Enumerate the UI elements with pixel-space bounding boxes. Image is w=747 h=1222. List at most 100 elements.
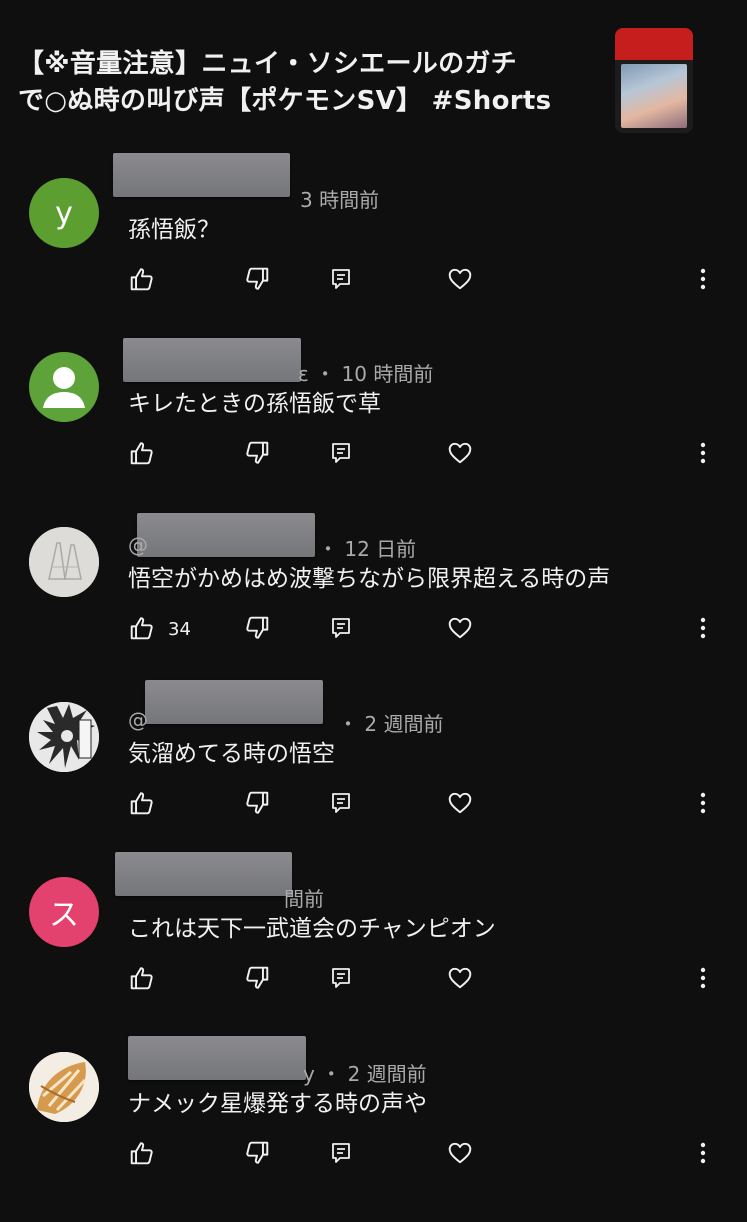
avatar[interactable]	[29, 527, 99, 597]
reply-icon	[332, 1143, 350, 1163]
like-button[interactable]	[125, 262, 159, 296]
like-button[interactable]	[125, 786, 159, 820]
like-button[interactable]	[125, 1136, 159, 1170]
like-button[interactable]	[125, 961, 159, 995]
comment-text: 孫悟飯？	[128, 217, 220, 243]
reply-button[interactable]	[324, 436, 358, 470]
more-options-button[interactable]	[686, 436, 720, 470]
more-vert-icon	[700, 1142, 706, 1164]
reply-button[interactable]	[324, 611, 358, 645]
redacted-username	[113, 153, 290, 197]
comment-actions: 34	[0, 611, 747, 651]
video-thumbnail[interactable]	[615, 28, 693, 133]
username-fragment: ・	[318, 537, 338, 561]
redacted-username	[128, 1036, 306, 1080]
default-user-icon	[43, 367, 85, 408]
comment-time: 2 週間前	[347, 1062, 427, 1086]
heart-icon	[448, 792, 472, 814]
dislike-button[interactable]	[240, 786, 274, 820]
thumbs-down-icon	[246, 441, 269, 464]
thumbnail-image	[621, 64, 687, 128]
heart-icon	[448, 442, 472, 464]
reply-button[interactable]	[324, 786, 358, 820]
avatar[interactable]	[29, 352, 99, 422]
comment-meta: ・ 12 日前	[318, 533, 416, 562]
username-prefix: @	[128, 708, 148, 732]
avatar[interactable]	[29, 702, 99, 772]
more-options-button[interactable]	[686, 262, 720, 296]
thumbs-up-icon	[130, 1142, 153, 1165]
dislike-button[interactable]	[240, 611, 274, 645]
manga-avatar-icon	[29, 702, 99, 772]
reply-button[interactable]	[324, 1136, 358, 1170]
comment-meta: y ・ 2 週間前	[303, 1058, 427, 1087]
dislike-button[interactable]	[240, 961, 274, 995]
heart-button[interactable]	[443, 786, 477, 820]
thumbs-down-icon	[246, 791, 269, 814]
reply-icon	[332, 618, 350, 638]
dislike-button[interactable]	[240, 1136, 274, 1170]
reply-button[interactable]	[324, 262, 358, 296]
more-vert-icon	[700, 617, 706, 639]
video-title[interactable]: 【※音量注意】ニュイ・ソシエールのガチ で○ぬ時の叫び声【ポケモンSV】 #Sh…	[18, 46, 598, 120]
heart-button[interactable]	[443, 1136, 477, 1170]
heart-button[interactable]	[443, 611, 477, 645]
heart-icon	[448, 268, 472, 290]
bread-avatar-icon	[29, 1052, 99, 1122]
comment-time: 3 時間前	[300, 188, 380, 212]
like-button[interactable]	[125, 611, 159, 645]
comment-item: y ・ 2 週間前 ナメック星爆発する時の声や	[0, 1036, 747, 1222]
avatar[interactable]	[29, 1052, 99, 1122]
more-options-button[interactable]	[686, 961, 720, 995]
thumbs-up-icon	[130, 792, 153, 815]
heart-icon	[448, 617, 472, 639]
video-title-line1: 【※音量注意】ニュイ・ソシエールのガチ	[18, 49, 517, 79]
comment-text: キレたときの孫悟飯で草	[128, 391, 381, 417]
comment-text: 悟空がかめはめ波撃ちながら限界超える時の声	[128, 566, 611, 592]
username-prefix: @	[128, 533, 148, 557]
heart-button[interactable]	[443, 262, 477, 296]
video-header: 【※音量注意】ニュイ・ソシエールのガチ で○ぬ時の叫び声【ポケモンSV】 #Sh…	[0, 0, 747, 150]
comment-item: y 3 時間前 孫悟飯？	[0, 153, 747, 348]
heart-button[interactable]	[443, 961, 477, 995]
thumbs-down-icon	[246, 966, 269, 989]
username-fragment: ・	[338, 712, 358, 736]
heart-button[interactable]	[443, 436, 477, 470]
comment-text: これは天下一武道会のチャンピオン	[128, 916, 496, 942]
username-fragment: y ・	[303, 1062, 342, 1086]
redacted-username	[123, 338, 301, 382]
redacted-username	[115, 852, 292, 896]
thumbs-up-icon	[130, 442, 153, 465]
comment-actions	[0, 961, 747, 1001]
more-vert-icon	[700, 967, 706, 989]
avatar[interactable]: y	[29, 178, 99, 248]
comment-time: 2 週間前	[364, 712, 444, 736]
like-button[interactable]	[125, 436, 159, 470]
comment-actions	[0, 262, 747, 302]
comment-text: 気溜めてる時の悟空	[128, 741, 335, 767]
avatar[interactable]: ス	[29, 877, 99, 947]
more-vert-icon	[700, 792, 706, 814]
thumbs-down-icon	[246, 616, 269, 639]
more-vert-icon	[700, 268, 706, 290]
more-options-button[interactable]	[686, 786, 720, 820]
comment-time: 間前	[284, 887, 324, 911]
heart-icon	[448, 967, 472, 989]
profile-photo-icon	[29, 527, 99, 597]
comment-item: @ ・ 12 日前 悟空がかめはめ波撃ちながら限界超える時の声 34	[0, 513, 747, 697]
redacted-username	[137, 513, 315, 557]
more-options-button[interactable]	[686, 611, 720, 645]
more-vert-icon	[700, 442, 706, 464]
redacted-username	[145, 680, 323, 724]
reply-icon	[332, 968, 350, 988]
thumbs-down-icon	[246, 1141, 269, 1164]
dislike-button[interactable]	[240, 436, 274, 470]
like-count: 34	[168, 619, 191, 640]
comment-actions	[0, 1136, 747, 1176]
comment-item: @ ・ 2 週間前 気溜めてる時の悟空	[0, 680, 747, 872]
reply-button[interactable]	[324, 961, 358, 995]
more-options-button[interactable]	[686, 1136, 720, 1170]
dislike-button[interactable]	[240, 262, 274, 296]
thumbs-up-icon	[130, 268, 153, 291]
username-fragment: ɛ ・	[298, 362, 336, 386]
